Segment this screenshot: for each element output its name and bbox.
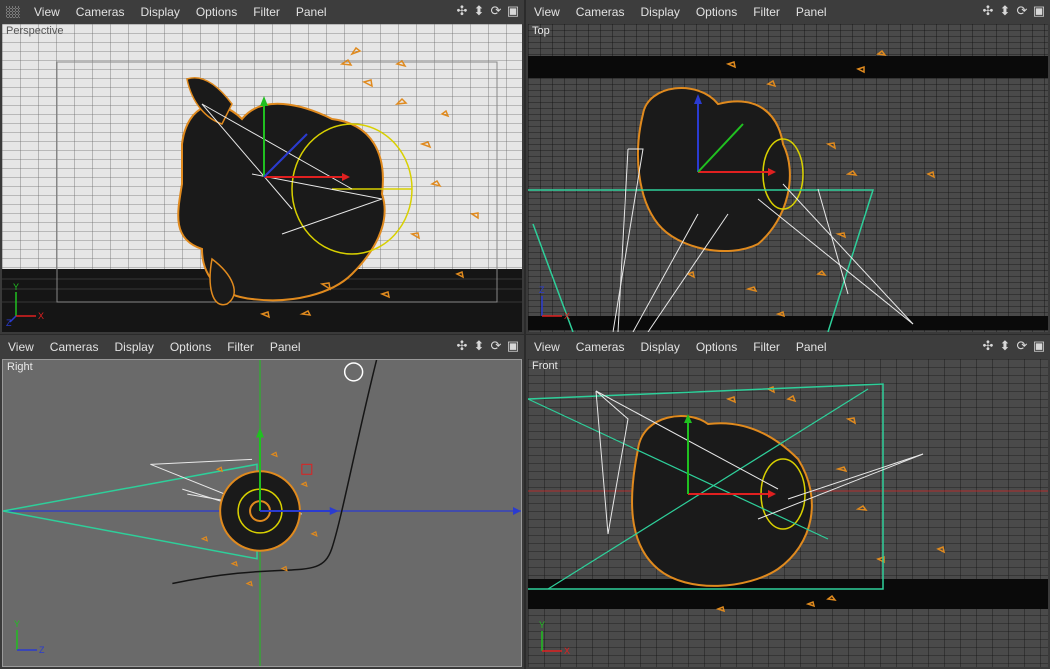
move-view-icon[interactable]: ✣: [455, 339, 469, 353]
menu-filter[interactable]: Filter: [245, 5, 288, 19]
axis-y-label: Y: [13, 282, 19, 292]
right-viewport[interactable]: Right Y Z: [2, 359, 522, 667]
axis-z-label: Z: [539, 285, 545, 295]
top-pane: View Cameras Display Options Filter Pane…: [526, 0, 1050, 334]
menu-options[interactable]: Options: [688, 5, 745, 19]
rotate-view-icon[interactable]: ⟳: [1015, 4, 1029, 18]
viewport-label: Right: [7, 361, 33, 373]
axis-x-label: X: [564, 311, 570, 321]
perspective-pane: View Cameras Display Options Filter Pane…: [0, 0, 524, 334]
pan-view-icon[interactable]: ⬍: [472, 4, 486, 18]
menu-panel[interactable]: Panel: [788, 5, 835, 19]
right-pane: View Cameras Display Options Filter Pane…: [0, 335, 524, 669]
axis-x-label: X: [38, 311, 44, 321]
object-silhouette: [637, 87, 791, 252]
menu-cameras[interactable]: Cameras: [568, 340, 633, 354]
perspective-axis-gizmo: Y X Z: [6, 282, 44, 326]
perspective-scene: [2, 24, 522, 332]
menu-display[interactable]: Display: [632, 5, 687, 19]
pan-view-icon[interactable]: ⬍: [998, 339, 1012, 353]
move-view-icon[interactable]: ✣: [455, 4, 469, 18]
axis-x-label: X: [564, 646, 570, 656]
move-view-icon[interactable]: ✣: [981, 339, 995, 353]
front-axis-gizmo: Y X: [539, 620, 570, 656]
maximize-view-icon[interactable]: ▣: [1032, 4, 1046, 18]
menu-view[interactable]: View: [526, 5, 568, 19]
menu-cameras[interactable]: Cameras: [42, 340, 107, 354]
right-menubar: View Cameras Display Options Filter Pane…: [0, 335, 524, 359]
menu-options[interactable]: Options: [688, 340, 745, 354]
menu-filter[interactable]: Filter: [745, 340, 788, 354]
menu-panel[interactable]: Panel: [788, 340, 835, 354]
axis-y-label: Y: [539, 620, 545, 630]
menu-view[interactable]: View: [526, 340, 568, 354]
rotate-view-icon[interactable]: ⟳: [1015, 339, 1029, 353]
viewport-label: Front: [532, 360, 558, 372]
front-scene: [528, 359, 1048, 667]
top-viewport[interactable]: Top Z X: [528, 24, 1048, 332]
pan-view-icon[interactable]: ⬍: [472, 339, 486, 353]
menu-panel[interactable]: Panel: [288, 5, 335, 19]
top-menubar: View Cameras Display Options Filter Pane…: [526, 0, 1050, 24]
front-pane: View Cameras Display Options Filter Pane…: [526, 335, 1050, 669]
pan-view-icon[interactable]: ⬍: [998, 4, 1012, 18]
front-viewport[interactable]: Front Y X: [528, 359, 1048, 667]
menu-cameras[interactable]: Cameras: [568, 5, 633, 19]
menu-view[interactable]: View: [0, 340, 42, 354]
move-view-icon[interactable]: ✣: [981, 4, 995, 18]
menu-panel[interactable]: Panel: [262, 340, 309, 354]
axis-z-label: Z: [39, 645, 45, 655]
rotate-view-icon[interactable]: ⟳: [489, 339, 503, 353]
viewport-label: Top: [532, 25, 550, 37]
right-scene: [3, 360, 521, 666]
maximize-view-icon[interactable]: ▣: [506, 4, 520, 18]
right-axis-gizmo: Y Z: [14, 619, 45, 655]
menu-options[interactable]: Options: [162, 340, 219, 354]
rotate-view-icon[interactable]: ⟳: [489, 4, 503, 18]
menu-filter[interactable]: Filter: [745, 5, 788, 19]
focus-circle-icon: [343, 362, 364, 382]
menu-cameras[interactable]: Cameras: [68, 5, 133, 19]
maximize-view-icon[interactable]: ▣: [1032, 339, 1046, 353]
axis-y-label: Y: [14, 619, 20, 629]
top-axis-gizmo: Z X: [539, 285, 570, 321]
menu-display[interactable]: Display: [106, 340, 161, 354]
pane-grip-icon[interactable]: [6, 6, 20, 18]
top-scene: [528, 24, 1048, 332]
perspective-menubar: View Cameras Display Options Filter Pane…: [0, 0, 524, 24]
menu-options[interactable]: Options: [188, 5, 245, 19]
front-menubar: View Cameras Display Options Filter Pane…: [526, 335, 1050, 359]
menu-filter[interactable]: Filter: [219, 340, 262, 354]
menu-display[interactable]: Display: [632, 340, 687, 354]
maximize-view-icon[interactable]: ▣: [506, 339, 520, 353]
axis-z-label: Z: [6, 318, 12, 326]
menu-view[interactable]: View: [26, 5, 68, 19]
viewport-label: Perspective: [6, 25, 64, 37]
menu-display[interactable]: Display: [132, 5, 187, 19]
perspective-viewport[interactable]: Perspective Y X Z: [2, 24, 522, 332]
